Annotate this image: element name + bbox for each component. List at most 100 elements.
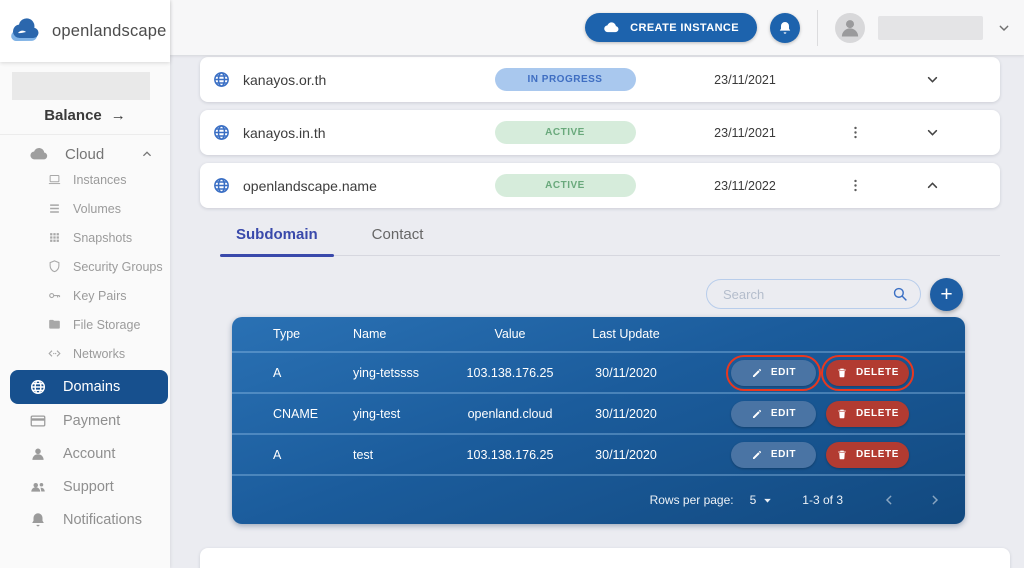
kebab-menu-button[interactable] bbox=[830, 177, 880, 194]
person-icon bbox=[29, 445, 47, 463]
people-icon bbox=[29, 478, 47, 496]
next-domain-card-partial bbox=[200, 548, 1010, 568]
avatar[interactable] bbox=[835, 12, 865, 43]
shield-icon bbox=[47, 259, 62, 274]
chevron-left-icon bbox=[881, 492, 897, 508]
sidebar-item-volumes[interactable]: Volumes bbox=[0, 194, 170, 223]
sidebar-item-security-groups[interactable]: Security Groups bbox=[0, 252, 170, 281]
domain-date: 23/11/2022 bbox=[714, 178, 776, 193]
sidebar-item-label: Networks bbox=[73, 346, 126, 361]
openlandscape-cloud-logo-icon bbox=[11, 18, 39, 41]
sidebar-item-instances[interactable]: Instances bbox=[0, 165, 170, 194]
username-placeholder bbox=[878, 15, 983, 40]
notifications-bell-button[interactable] bbox=[770, 12, 800, 43]
domain-name: openlandscape.name bbox=[243, 177, 377, 194]
delete-button[interactable]: DELETE bbox=[826, 441, 909, 468]
table-toolbar: + bbox=[170, 277, 963, 311]
sidebar-item-label: Notifications bbox=[63, 511, 142, 528]
sidebar-item-file-storage[interactable]: File Storage bbox=[0, 310, 170, 339]
balance-link[interactable]: Balance → bbox=[0, 106, 170, 124]
sidebar-item-payment[interactable]: Payment bbox=[0, 404, 170, 437]
record-last-update: 30/11/2020 bbox=[595, 365, 657, 380]
sidebar-section-cloud[interactable]: Cloud bbox=[0, 135, 170, 165]
record-value: 103.138.176.25 bbox=[466, 365, 554, 380]
globe-icon bbox=[212, 123, 231, 142]
edit-button[interactable]: EDIT bbox=[731, 400, 816, 427]
record-name: ying-test bbox=[353, 406, 401, 421]
table-row: A ying-tetssss 103.138.176.25 30/11/2020… bbox=[232, 351, 965, 392]
dns-records-table: Type Name Value Last Update A ying-tetss… bbox=[232, 317, 965, 524]
record-last-update: 30/11/2020 bbox=[595, 406, 657, 421]
search-input[interactable] bbox=[706, 279, 921, 309]
edit-button[interactable]: EDIT bbox=[726, 354, 821, 391]
pagination-range: 1-3 of 3 bbox=[802, 493, 843, 507]
sidebar-item-label: Support bbox=[63, 478, 114, 495]
pencil-icon bbox=[751, 408, 763, 420]
domain-name: kanayos.or.th bbox=[243, 71, 327, 88]
domain-row-openlandscape-name: openlandscape.name ACTIVE 23/11/2022 bbox=[200, 163, 1000, 208]
domain-name-cell: openlandscape.name bbox=[212, 176, 470, 195]
card-icon bbox=[29, 412, 47, 430]
table-pagination: Rows per page: 5 1-3 of 3 bbox=[232, 474, 965, 524]
create-instance-button[interactable]: CREATE INSTANCE bbox=[585, 13, 757, 42]
sidebar-item-label: Payment bbox=[63, 412, 121, 429]
previous-page-button[interactable] bbox=[873, 492, 905, 508]
sidebar-item-label: File Storage bbox=[73, 317, 141, 332]
domain-row-kanayos-or-th: kanayos.or.th IN PROGRESS 23/11/2021 bbox=[200, 57, 1000, 102]
sidebar-item-domains[interactable]: Domains bbox=[10, 370, 168, 404]
bell-icon bbox=[29, 511, 47, 529]
bell-icon bbox=[777, 20, 793, 36]
kebab-menu-button[interactable] bbox=[830, 124, 880, 141]
sidebar-item-snapshots[interactable]: Snapshots bbox=[0, 223, 170, 252]
trash-icon bbox=[836, 367, 848, 379]
sidebar-item-networks[interactable]: Networks bbox=[0, 339, 170, 368]
domain-date: 23/11/2021 bbox=[714, 72, 776, 87]
sidebar-item-account[interactable]: Account bbox=[0, 437, 170, 470]
network-icon bbox=[47, 346, 62, 361]
chevron-down-icon bbox=[924, 71, 941, 88]
table-row: CNAME ying-test openland.cloud 30/11/202… bbox=[232, 392, 965, 433]
sidebar-item-key-pairs[interactable]: Key Pairs bbox=[0, 281, 170, 310]
delete-button[interactable]: DELETE bbox=[826, 400, 909, 427]
tab-contact[interactable]: Contact bbox=[356, 226, 440, 255]
next-page-button[interactable] bbox=[919, 492, 951, 508]
balance-amount-placeholder bbox=[12, 72, 150, 100]
column-header-last-update: Last Update bbox=[592, 327, 660, 341]
header-divider bbox=[817, 9, 818, 46]
top-header: CREATE INSTANCE bbox=[170, 0, 1024, 55]
detail-tabbar: Subdomain Contact bbox=[220, 224, 1000, 257]
sidebar: openlandscape Balance → Cloud Instances … bbox=[0, 0, 170, 568]
globe-icon bbox=[212, 176, 231, 195]
sidebar-item-label: Volumes bbox=[73, 201, 121, 216]
chevron-down-icon[interactable] bbox=[996, 20, 1012, 36]
expand-button[interactable] bbox=[880, 71, 984, 88]
search-icon[interactable] bbox=[891, 285, 909, 303]
column-header-name: Name bbox=[353, 327, 387, 341]
record-value: 103.138.176.25 bbox=[466, 447, 554, 462]
rows-per-page-select[interactable]: 5 bbox=[750, 493, 775, 507]
record-last-update: 30/11/2020 bbox=[595, 447, 657, 462]
collapse-button[interactable] bbox=[880, 177, 984, 194]
logo[interactable]: openlandscape bbox=[0, 0, 170, 62]
sidebar-item-label: Instances bbox=[73, 172, 127, 187]
tab-subdomain[interactable]: Subdomain bbox=[220, 226, 334, 257]
sidebar-item-support[interactable]: Support bbox=[0, 470, 170, 503]
delete-button[interactable]: DELETE bbox=[821, 354, 914, 391]
record-value: openland.cloud bbox=[467, 406, 553, 421]
sidebar-item-label: Snapshots bbox=[73, 230, 133, 245]
key-icon bbox=[47, 288, 62, 303]
record-type: CNAME bbox=[273, 406, 319, 421]
edit-button[interactable]: EDIT bbox=[731, 441, 816, 468]
globe-icon bbox=[212, 70, 231, 89]
sidebar-item-notifications[interactable]: Notifications bbox=[0, 503, 170, 536]
domain-date: 23/11/2021 bbox=[714, 125, 776, 140]
pencil-icon bbox=[751, 367, 763, 379]
sidebar-item-label: Account bbox=[63, 445, 116, 462]
grid-icon bbox=[47, 230, 62, 245]
record-type: A bbox=[273, 447, 282, 462]
add-record-button[interactable]: + bbox=[930, 277, 963, 311]
sidebar-item-label: Security Groups bbox=[73, 259, 163, 274]
expand-button[interactable] bbox=[880, 124, 984, 141]
cloud-section-label: Cloud bbox=[65, 145, 105, 163]
balance-label: Balance bbox=[44, 106, 102, 124]
